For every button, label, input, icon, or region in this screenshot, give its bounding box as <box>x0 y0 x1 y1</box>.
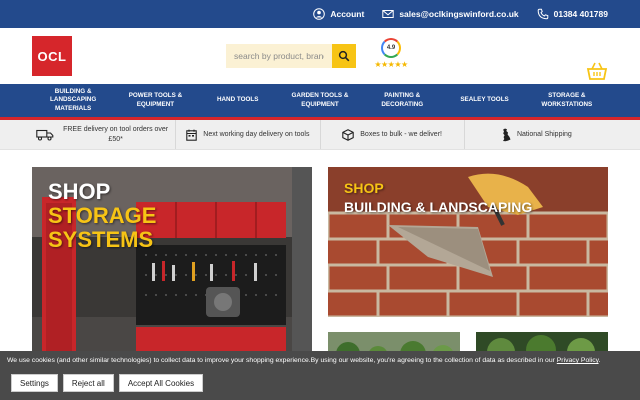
delivery-truck-icon <box>36 129 54 141</box>
usp-boxes-to-bulk: Boxes to bulk - we deliver! <box>321 120 465 149</box>
rating-stars: ★★★★★ <box>374 60 408 69</box>
cookie-buttons: Settings Reject all Accept All Cookies <box>11 374 204 392</box>
nav-item-garden-tools[interactable]: Garden Tools & Equipment <box>279 84 361 117</box>
ocl-logo[interactable]: OCL <box>32 36 72 76</box>
privacy-policy-link[interactable]: Privacy Policy <box>557 357 599 364</box>
promo-shop-storage-systems[interactable]: Shop Storage Systems <box>32 167 312 357</box>
email-link[interactable]: sales@oclkingswinford.co.uk <box>382 8 519 20</box>
site-header: OCL 4.9 ★★★★★ <box>0 28 640 84</box>
cookie-message: We use cookies (and other similar techno… <box>7 357 600 364</box>
google-rating-widget[interactable]: 4.9 ★★★★★ <box>370 38 412 69</box>
search-button[interactable] <box>332 44 356 68</box>
cookie-banner: We use cookies (and other similar techno… <box>0 351 640 400</box>
cookie-settings-button[interactable]: Settings <box>11 374 58 392</box>
top-bar: Account sales@oclkingswinford.co.uk 0138… <box>0 0 640 28</box>
search-icon <box>338 50 350 62</box>
search-bar <box>226 44 356 68</box>
accept-all-cookies-button[interactable]: Accept All Cookies <box>118 374 204 392</box>
uk-map-icon <box>502 128 511 141</box>
building-heading-line2: Building & Landscaping <box>344 199 533 215</box>
nav-item-painting-decorating[interactable]: Painting & Decorating <box>361 84 443 117</box>
usp-boxes-to-bulk-text: Boxes to bulk - we deliver! <box>360 130 442 138</box>
basket-icon[interactable] <box>586 60 608 82</box>
reject-all-button[interactable]: Reject all <box>62 374 114 392</box>
usp-next-day: Next working day delivery on tools <box>176 120 321 149</box>
account-link[interactable]: Account <box>313 8 364 20</box>
account-label: Account <box>330 9 365 19</box>
calendar-icon <box>186 129 198 141</box>
usp-national-shipping: National Shipping <box>465 120 608 149</box>
usp-free-delivery-text: FREE delivery on tool orders over £50* <box>63 126 169 143</box>
rating-value: 4.9 <box>386 45 396 51</box>
storage-heading-line2: Storage <box>48 203 157 228</box>
storage-heading-line1: Shop <box>48 179 111 204</box>
storage-heading-line3: Systems <box>48 227 154 252</box>
google-rating-badge: 4.9 <box>381 38 401 58</box>
cookie-message-text: We use cookies (and other similar techno… <box>7 357 557 364</box>
cookie-message-period: . <box>598 357 601 364</box>
phone-number: 01384 401789 <box>553 9 608 19</box>
nav-item-hand-tools[interactable]: Hand Tools <box>197 84 279 117</box>
phone-icon <box>537 8 548 20</box>
email-address: sales@oclkingswinford.co.uk <box>399 9 519 19</box>
usp-free-delivery: FREE delivery on tool orders over £50* <box>32 120 177 149</box>
main-navigation: Building & Landscaping Materials Power T… <box>0 84 640 120</box>
usp-bar: FREE delivery on tool orders over £50* N… <box>0 120 640 150</box>
search-input[interactable] <box>226 44 332 68</box>
usp-national-shipping-text: National Shipping <box>516 130 572 138</box>
nav-item-building-landscaping[interactable]: Building & Landscaping Materials <box>32 84 114 117</box>
nav-item-sealey-tools[interactable]: Sealey Tools <box>443 84 525 117</box>
user-icon <box>313 8 326 20</box>
box-icon <box>342 128 355 141</box>
usp-next-day-text: Next working day delivery on tools <box>203 130 310 138</box>
phone-link[interactable]: 01384 401789 <box>537 8 608 20</box>
envelope-icon <box>382 10 395 18</box>
promo-shop-building-landscaping[interactable]: Shop Building & Landscaping <box>328 167 608 317</box>
building-heading-line1: Shop <box>344 180 384 196</box>
nav-item-power-tools[interactable]: Power Tools & Equipment <box>114 84 196 117</box>
nav-item-storage-workstations[interactable]: Storage & Workstations <box>526 84 608 117</box>
